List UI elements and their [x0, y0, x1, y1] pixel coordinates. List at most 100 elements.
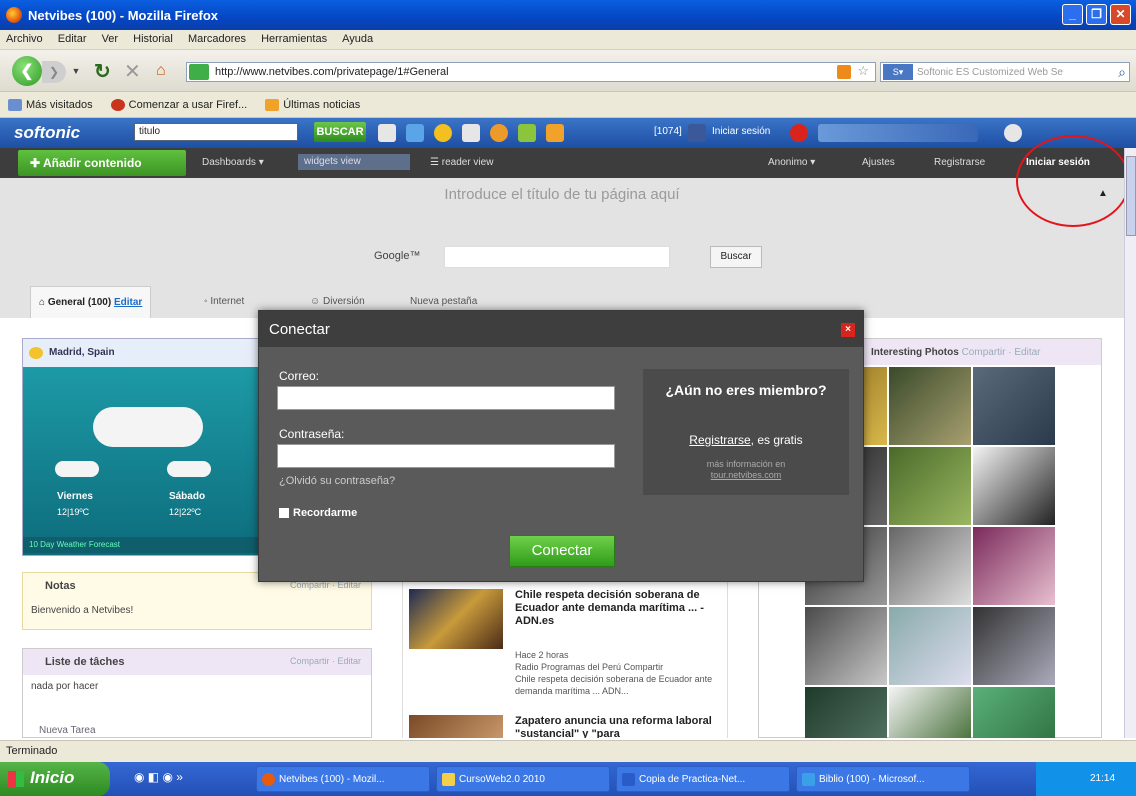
menu-ver[interactable]: Ver [96, 30, 125, 48]
toolbar-window-icon[interactable] [462, 124, 480, 142]
bookmark-ultimas-noticias[interactable]: Últimas noticias [265, 98, 360, 111]
menu-marcadores[interactable]: Marcadores [182, 30, 252, 48]
notes-content[interactable]: Bienvenido a Netvibes! [23, 599, 371, 622]
taskbar-item-firefox[interactable]: Netvibes (100) - Mozil... [256, 766, 430, 792]
add-content-button[interactable]: ✚ Añadir contenido [18, 150, 186, 176]
register-link[interactable]: Registrarse [689, 433, 750, 447]
settings-link[interactable]: Ajustes [862, 157, 895, 168]
close-dialog-button[interactable]: × [841, 323, 855, 337]
rss-feed-icon[interactable] [837, 65, 851, 79]
photo-thumbnail[interactable] [889, 367, 971, 445]
photo-thumbnail[interactable] [973, 687, 1055, 738]
menu-historial[interactable]: Historial [127, 30, 179, 48]
toolbar-heart-icon[interactable] [790, 124, 808, 142]
reload-icon[interactable]: ↻ [94, 58, 111, 84]
toolbar-rss-icon[interactable] [546, 124, 564, 142]
menu-archivo[interactable]: Archivo [0, 30, 49, 48]
softonic-logo[interactable]: softonic [14, 123, 80, 143]
news-image[interactable] [409, 715, 503, 738]
reader-view-tab[interactable]: ☰ reader view [430, 157, 493, 168]
back-button[interactable]: ❮ [12, 56, 42, 86]
menu-editar[interactable]: Editar [52, 30, 93, 48]
weather-forecast-link[interactable]: 10 Day Weather Forecast [23, 537, 261, 553]
taskbar-item-folder[interactable]: CursoWeb2.0 2010 [436, 766, 610, 792]
email-field[interactable] [277, 386, 615, 410]
forgot-password-link[interactable]: ¿Olvidó su contraseña? [279, 475, 395, 487]
photo-thumbnail[interactable] [973, 447, 1055, 525]
vertical-scrollbar[interactable] [1124, 148, 1136, 738]
site-identity-icon[interactable] [189, 64, 209, 80]
todo-title[interactable]: Liste de tâches Compartir · Editar [23, 649, 371, 675]
facebook-icon[interactable] [688, 124, 706, 142]
google-search-button[interactable]: Buscar [710, 246, 762, 268]
taskbar-item-word[interactable]: Copia de Practica-Net... [616, 766, 790, 792]
bookmark-star-icon[interactable]: ☆ [857, 63, 869, 79]
tab-edit-link[interactable]: Editar [114, 297, 142, 308]
bookmark-comenzar[interactable]: Comenzar a usar Firef... [110, 98, 247, 111]
url-bar[interactable]: http://www.netvibes.com/privatepage/1#Ge… [186, 62, 876, 82]
google-search-input[interactable] [444, 246, 670, 268]
connect-button[interactable]: Conectar [509, 535, 615, 567]
softonic-search-button[interactable]: BUSCAR [314, 122, 366, 142]
dashboards-menu[interactable]: Dashboards ▾ [202, 157, 264, 168]
home-icon[interactable]: ⌂ [156, 58, 166, 84]
maximize-button[interactable]: ❐ [1086, 4, 1107, 25]
photo-thumbnail[interactable] [973, 527, 1055, 605]
page-title-placeholder[interactable]: Introduce el título de tu página aquí [0, 186, 1124, 203]
password-field[interactable] [277, 444, 615, 468]
stop-icon[interactable]: ✕ [124, 58, 141, 84]
tab-general[interactable]: ⌂ General (100) Editar [30, 286, 152, 320]
toolbar-counter[interactable]: [1074] [654, 126, 682, 137]
search-engine-icon[interactable]: S▾ [883, 64, 913, 80]
toolbar-settings-icon[interactable] [1004, 124, 1022, 142]
photo-thumbnail[interactable] [805, 607, 887, 685]
weather-location[interactable]: Madrid, Spain [23, 339, 261, 367]
toolbar-weather-icon[interactable] [490, 124, 508, 142]
widgets-view-tab[interactable]: widgets view [298, 154, 410, 170]
scrollbar-thumb[interactable] [1126, 156, 1136, 236]
tab-internet[interactable]: ◦ Internet [196, 286, 252, 320]
url-text[interactable]: http://www.netvibes.com/privatepage/1#Ge… [215, 66, 449, 78]
todo-links[interactable]: Compartir · Editar [290, 656, 361, 666]
toolbar-smiley-icon[interactable] [434, 124, 452, 142]
anonymous-menu[interactable]: Anonimo ▾ [768, 157, 815, 168]
start-button[interactable]: Inicio [0, 762, 110, 796]
photos-links[interactable]: Compartir · Editar [962, 347, 1041, 358]
search-bar[interactable]: S▾ Softonic ES Customized Web Se ⌕ [880, 62, 1130, 82]
menu-ayuda[interactable]: Ayuda [336, 30, 379, 48]
news-image[interactable] [409, 589, 503, 649]
clock[interactable]: 21:14 [1090, 773, 1115, 784]
register-link[interactable]: Registrarse [934, 157, 985, 168]
remember-me-checkbox[interactable]: Recordarme [279, 507, 357, 519]
photo-thumbnail[interactable] [973, 367, 1055, 445]
softonic-search-input[interactable]: titulo [134, 123, 298, 141]
photo-thumbnail[interactable] [889, 527, 971, 605]
toolbar-app-icon[interactable] [406, 124, 424, 142]
history-dropdown-icon[interactable]: ▼ [70, 58, 82, 84]
tour-link[interactable]: tour.netvibes.com [711, 470, 782, 480]
quick-launch-icons[interactable]: ◉ ◧ ◉ » [134, 770, 204, 788]
news-headline[interactable]: Zapatero anuncia una reforma laboral "su… [515, 715, 719, 738]
checkbox-icon[interactable] [279, 508, 289, 518]
toolbar-login[interactable]: Iniciar sesión [712, 126, 770, 137]
photo-thumbnail[interactable] [805, 687, 887, 738]
minimize-button[interactable]: _ [1062, 4, 1083, 25]
photo-thumbnail[interactable] [973, 607, 1055, 685]
close-window-button[interactable]: ✕ [1110, 4, 1131, 25]
photo-thumbnail[interactable] [889, 687, 971, 738]
window-title-bar[interactable]: Netvibes (100) - Mozilla Firefox _ ❐ ✕ [0, 0, 1136, 30]
photo-thumbnail[interactable] [889, 607, 971, 685]
bookmark-mas-visitados[interactable]: Más visitados [8, 98, 93, 111]
search-placeholder[interactable]: Softonic ES Customized Web Se [917, 67, 1118, 78]
toolbar-plus-icon[interactable] [378, 124, 396, 142]
forward-button[interactable]: ❯ [42, 61, 66, 83]
toolbar-widgets-strip[interactable] [818, 124, 978, 142]
photo-thumbnail[interactable] [889, 447, 971, 525]
menu-herramientas[interactable]: Herramientas [255, 30, 333, 48]
toolbar-tools-icon[interactable] [518, 124, 536, 142]
taskbar-item-explorer[interactable]: Biblio (100) - Microsof... [796, 766, 970, 792]
search-icon[interactable]: ⌕ [1118, 64, 1126, 81]
news-headline[interactable]: Chile respeta decisión soberana de Ecuad… [515, 589, 719, 628]
news-share-link[interactable]: Compartir [624, 662, 664, 672]
new-task-button[interactable]: Nueva Tarea [31, 719, 104, 738]
